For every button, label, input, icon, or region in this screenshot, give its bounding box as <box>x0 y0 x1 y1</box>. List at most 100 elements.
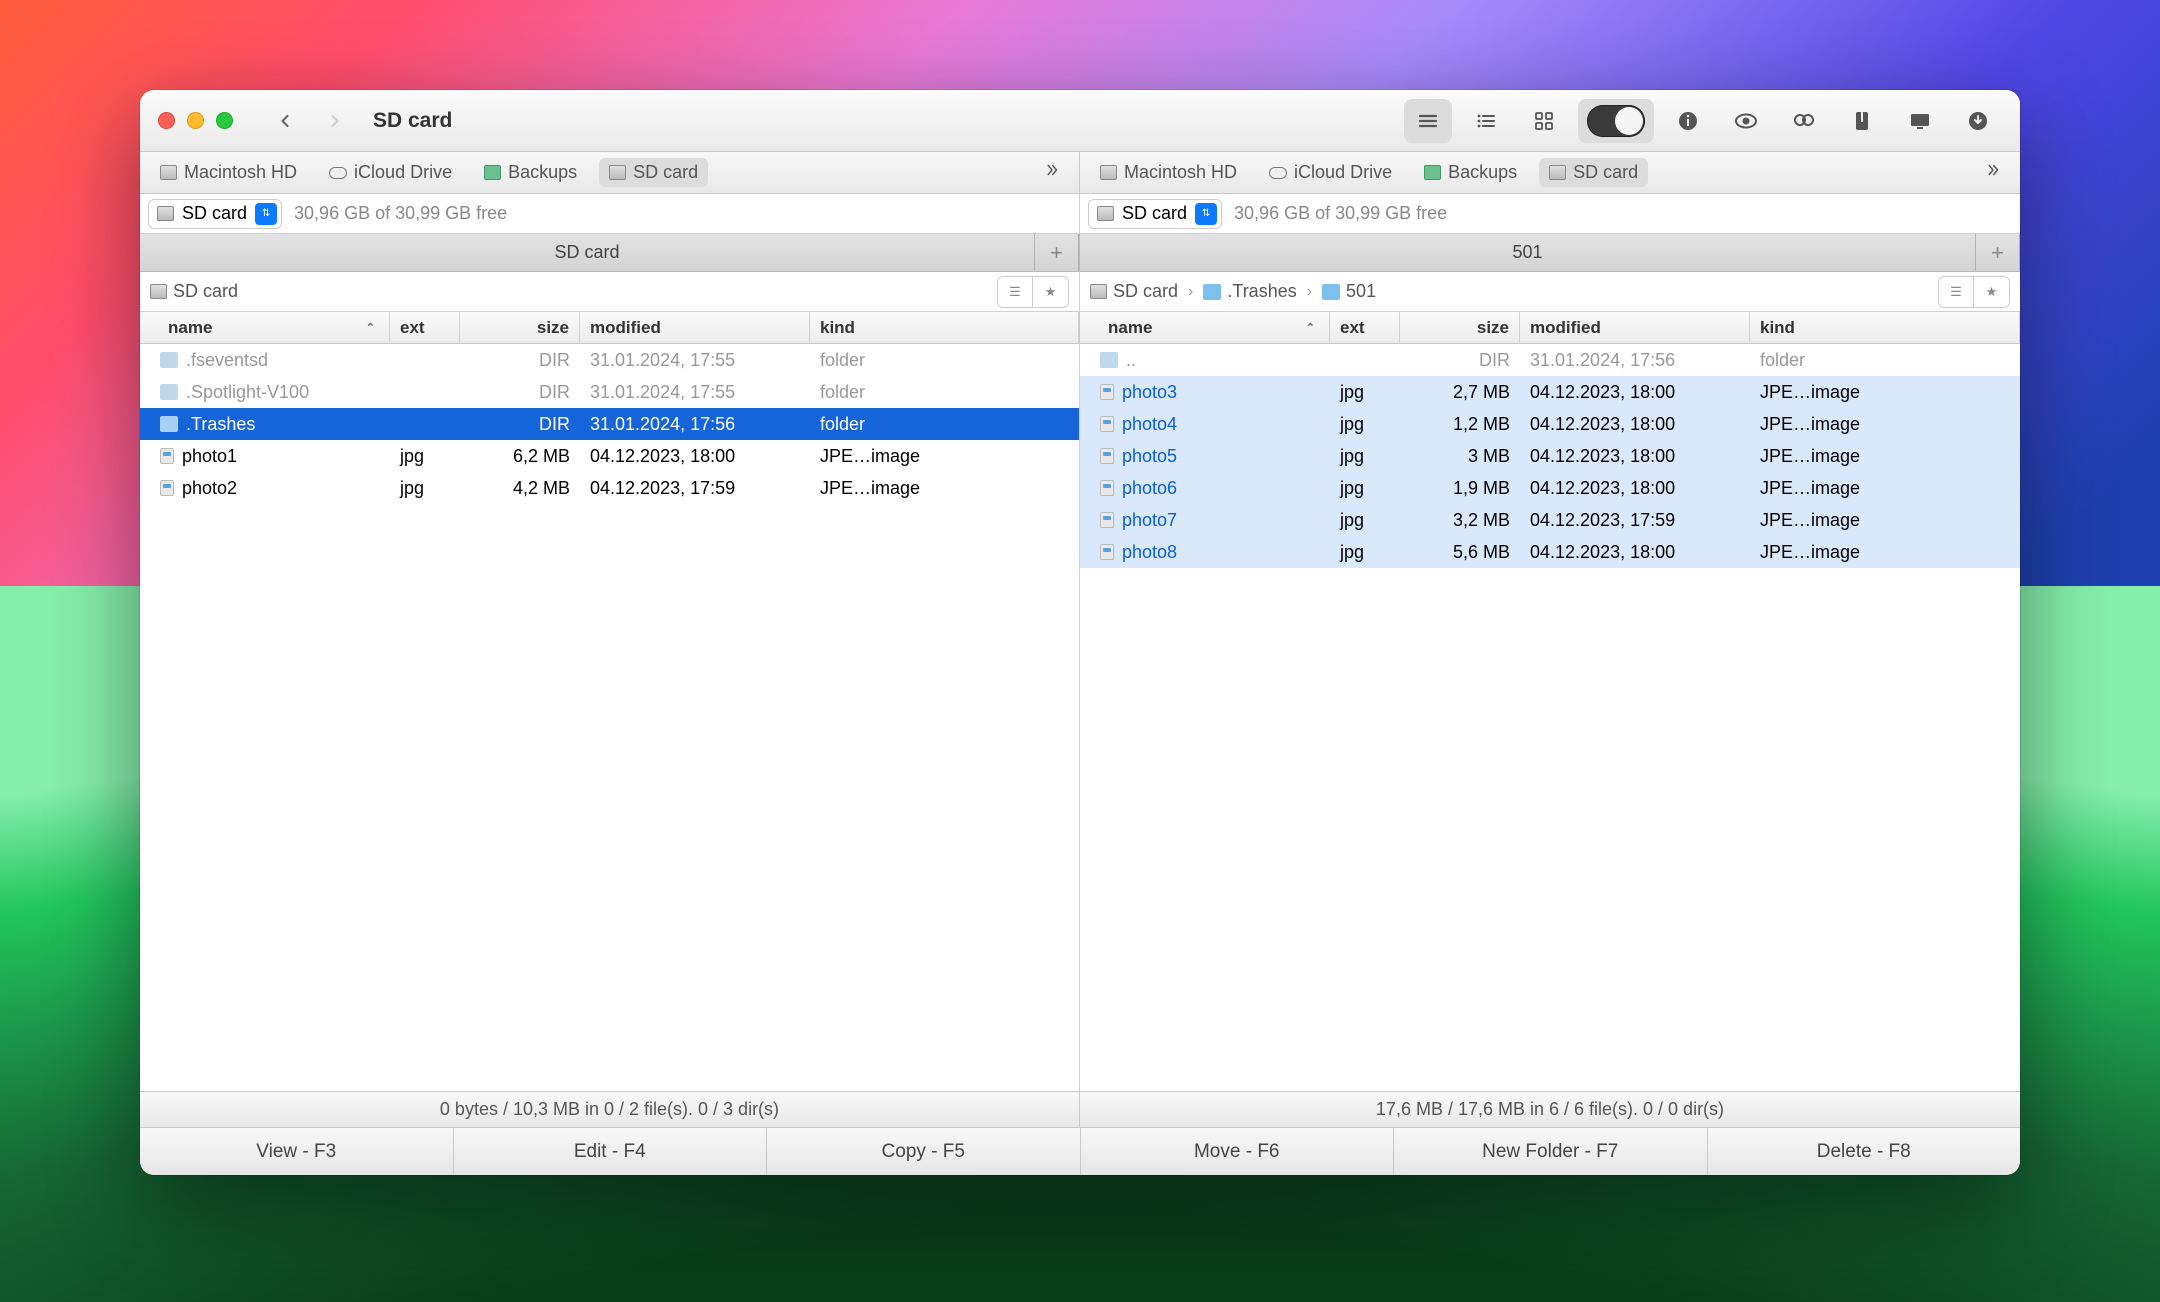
minimize-button[interactable] <box>187 112 204 129</box>
file-modified: 04.12.2023, 18:00 <box>1520 478 1750 499</box>
hdd-green-icon <box>484 165 501 180</box>
file-row[interactable]: photo2jpg4,2 MB04.12.2023, 17:59JPE…imag… <box>140 472 1079 504</box>
breadcrumb-item[interactable]: .Trashes <box>1203 281 1296 302</box>
tab-left[interactable]: SD card <box>140 234 1035 271</box>
volume-select-left[interactable]: SD card ⇅ <box>148 199 282 229</box>
file-row[interactable]: photo4jpg1,2 MB04.12.2023, 18:00JPE…imag… <box>1080 408 2020 440</box>
col-ext[interactable]: ext <box>1330 312 1400 343</box>
breadcrumb-item[interactable]: 501 <box>1322 281 1376 302</box>
file-size: DIR <box>460 414 580 435</box>
location-macintosh-hd[interactable]: Macintosh HD <box>150 158 307 187</box>
file-modified: 04.12.2023, 18:00 <box>1520 382 1750 403</box>
file-row[interactable]: photo8jpg5,6 MB04.12.2023, 18:00JPE…imag… <box>1080 536 2020 568</box>
file-kind: JPE…image <box>1750 542 2020 563</box>
file-name: .. <box>1126 350 1136 371</box>
file-size: 1,2 MB <box>1400 414 1520 435</box>
volume-name: SD card <box>1122 203 1187 224</box>
tab-add-left[interactable]: + <box>1035 234 1079 271</box>
file-row[interactable]: photo6jpg1,9 MB04.12.2023, 18:00JPE…imag… <box>1080 472 2020 504</box>
locations-overflow[interactable] <box>1984 161 2010 184</box>
file-name: photo7 <box>1122 510 1177 531</box>
col-modified[interactable]: modified <box>1520 312 1750 343</box>
view-grid-button[interactable] <box>1520 99 1568 143</box>
file-icon <box>1100 512 1114 528</box>
breadcrumb-label: SD card <box>1113 281 1178 302</box>
folder-icon <box>1322 284 1340 300</box>
file-row[interactable]: .TrashesDIR31.01.2024, 17:56folder <box>140 408 1079 440</box>
file-row[interactable]: .Spotlight-V100DIR31.01.2024, 17:55folde… <box>140 376 1079 408</box>
info-button[interactable] <box>1664 99 1712 143</box>
favorite-button[interactable]: ★ <box>1033 276 1069 308</box>
file-row[interactable]: ..DIR31.01.2024, 17:56folder <box>1080 344 2020 376</box>
file-row[interactable]: photo3jpg2,7 MB04.12.2023, 18:00JPE…imag… <box>1080 376 2020 408</box>
file-ext: jpg <box>1330 414 1400 435</box>
breadcrumb-item[interactable]: SD card <box>150 281 238 302</box>
col-kind[interactable]: kind <box>810 312 1079 343</box>
col-size[interactable]: size <box>460 312 580 343</box>
file-kind: JPE…image <box>810 478 1079 499</box>
col-ext[interactable]: ext <box>390 312 460 343</box>
location-icloud-drive[interactable]: iCloud Drive <box>1259 158 1402 187</box>
hdd-icon <box>1100 165 1117 180</box>
hdd-icon <box>1097 206 1114 221</box>
preview-button[interactable] <box>1722 99 1770 143</box>
location-icloud-drive[interactable]: iCloud Drive <box>319 158 462 187</box>
file-row[interactable]: photo7jpg3,2 MB04.12.2023, 17:59JPE…imag… <box>1080 504 2020 536</box>
archive-button[interactable] <box>1838 99 1886 143</box>
view-hamburger-button[interactable] <box>1404 99 1452 143</box>
forward-button[interactable] <box>315 101 355 141</box>
search-button[interactable] <box>1780 99 1828 143</box>
close-button[interactable] <box>158 112 175 129</box>
fn-move[interactable]: Move - F6 <box>1081 1128 1395 1175</box>
file-size: 1,9 MB <box>1400 478 1520 499</box>
location-backups[interactable]: Backups <box>1414 158 1527 187</box>
folder-icon <box>160 352 178 368</box>
favorite-button[interactable]: ★ <box>1974 276 2010 308</box>
download-button[interactable] <box>1954 99 2002 143</box>
file-name: photo3 <box>1122 382 1177 403</box>
pane-left[interactable]: .fseventsdDIR31.01.2024, 17:55folder.Spo… <box>140 344 1080 1091</box>
hdd-icon <box>1549 165 1566 180</box>
view-mode-button[interactable]: ☰ <box>997 276 1033 308</box>
hdd-icon <box>157 206 174 221</box>
back-button[interactable] <box>265 101 305 141</box>
col-modified[interactable]: modified <box>580 312 810 343</box>
monitor-button[interactable] <box>1896 99 1944 143</box>
location-label: Macintosh HD <box>184 162 297 183</box>
tab-add-right[interactable]: + <box>1976 234 2020 271</box>
file-name: photo8 <box>1122 542 1177 563</box>
breadcrumb-item[interactable]: SD card <box>1090 281 1178 302</box>
fn-delete[interactable]: Delete - F8 <box>1708 1128 2021 1175</box>
col-kind[interactable]: kind <box>1750 312 2020 343</box>
location-sd-card[interactable]: SD card <box>1539 158 1648 187</box>
pane-right[interactable]: ..DIR31.01.2024, 17:56folderphoto3jpg2,7… <box>1080 344 2020 1091</box>
file-panes: .fseventsdDIR31.01.2024, 17:55folder.Spo… <box>140 344 2020 1091</box>
col-name[interactable]: name⌃ <box>1080 312 1330 343</box>
file-ext: jpg <box>1330 478 1400 499</box>
locations-overflow[interactable] <box>1043 161 1069 184</box>
breadcrumb-label: 501 <box>1346 281 1376 302</box>
col-name[interactable]: name⌃ <box>140 312 390 343</box>
location-backups[interactable]: Backups <box>474 158 587 187</box>
dual-pane-toggle[interactable] <box>1578 99 1654 143</box>
file-ext: jpg <box>1330 382 1400 403</box>
location-sd-card[interactable]: SD card <box>599 158 708 187</box>
location-macintosh-hd[interactable]: Macintosh HD <box>1090 158 1247 187</box>
fn-view[interactable]: View - F3 <box>140 1128 454 1175</box>
volume-select-right[interactable]: SD card ⇅ <box>1088 199 1222 229</box>
file-size: DIR <box>1400 350 1520 371</box>
file-name: photo5 <box>1122 446 1177 467</box>
fn-newfolder[interactable]: New Folder - F7 <box>1394 1128 1708 1175</box>
view-list-button[interactable] <box>1462 99 1510 143</box>
breadcrumb-label: SD card <box>173 281 238 302</box>
view-mode-button[interactable]: ☰ <box>1938 276 1974 308</box>
fn-copy[interactable]: Copy - F5 <box>767 1128 1081 1175</box>
file-row[interactable]: .fseventsdDIR31.01.2024, 17:55folder <box>140 344 1079 376</box>
file-modified: 31.01.2024, 17:56 <box>1520 350 1750 371</box>
tab-right[interactable]: 501 <box>1080 234 1976 271</box>
zoom-button[interactable] <box>216 112 233 129</box>
fn-edit[interactable]: Edit - F4 <box>454 1128 768 1175</box>
file-row[interactable]: photo1jpg6,2 MB04.12.2023, 18:00JPE…imag… <box>140 440 1079 472</box>
file-row[interactable]: photo5jpg3 MB04.12.2023, 18:00JPE…image <box>1080 440 2020 472</box>
col-size[interactable]: size <box>1400 312 1520 343</box>
